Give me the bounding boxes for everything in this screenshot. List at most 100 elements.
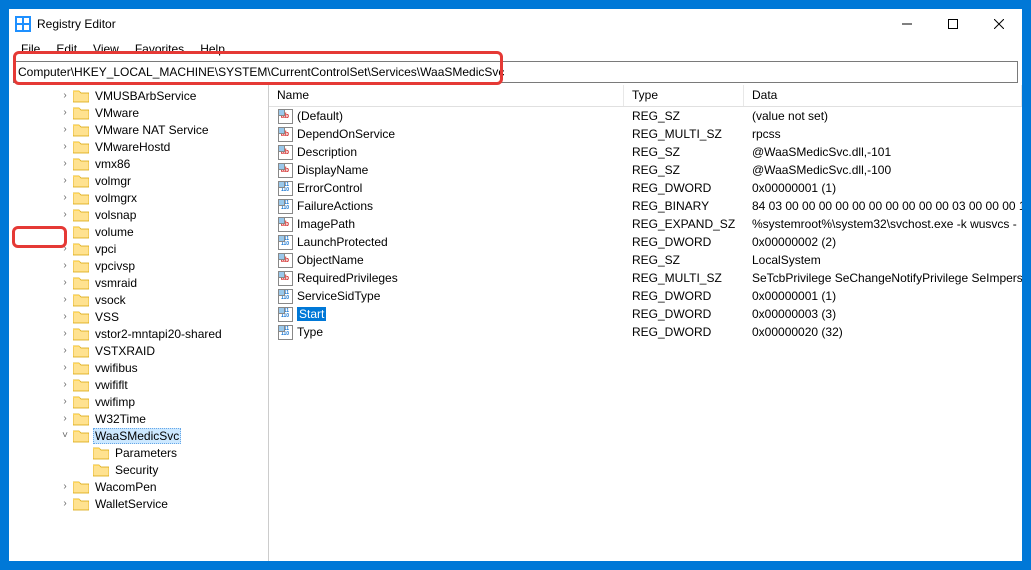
expand-icon[interactable]: ›: [59, 192, 71, 203]
tree-item-vmware-nat-service[interactable]: ›VMware NAT Service: [9, 121, 268, 138]
value-data: @WaaSMedicSvc.dll,-101: [744, 145, 1022, 159]
value-name: RequiredPrivileges: [297, 271, 398, 285]
tree-item-security[interactable]: Security: [9, 461, 268, 478]
tree-item-parameters[interactable]: Parameters: [9, 444, 268, 461]
expand-icon[interactable]: ›: [59, 209, 71, 220]
tree-item-volume[interactable]: › volume: [9, 223, 268, 240]
tree-item-label: vpcivsp: [93, 259, 137, 273]
tree-item-vss[interactable]: ›VSS: [9, 308, 268, 325]
menu-file[interactable]: File: [13, 40, 48, 58]
menu-view[interactable]: View: [85, 40, 127, 58]
value-data: 0x00000003 (3): [744, 307, 1022, 321]
header-type[interactable]: Type: [624, 85, 744, 106]
value-row-errorcontrol[interactable]: 011 110ErrorControlREG_DWORD0x00000001 (…: [269, 179, 1022, 197]
tree-item-label: VMware: [93, 106, 141, 120]
value-row-description[interactable]: abDescriptionREG_SZ@WaaSMedicSvc.dll,-10…: [269, 143, 1022, 161]
tree-item-vsock[interactable]: ›vsock: [9, 291, 268, 308]
folder-icon: [73, 191, 89, 205]
expand-icon[interactable]: ›: [59, 345, 71, 356]
tree-item-vmusbarbservice[interactable]: ›VMUSBArbService: [9, 87, 268, 104]
value-name: ErrorControl: [297, 181, 362, 195]
expand-icon[interactable]: ›: [59, 311, 71, 322]
expand-icon[interactable]: ›: [59, 498, 71, 509]
value-name: (Default): [297, 109, 343, 123]
tree-item-label: volume: [93, 225, 136, 239]
value-row-type[interactable]: 011 110TypeREG_DWORD0x00000020 (32): [269, 323, 1022, 341]
tree-item-vmwarehostd[interactable]: ›VMwareHostd: [9, 138, 268, 155]
tree-item-vmx86[interactable]: ›vmx86: [9, 155, 268, 172]
value-row-dependonservice[interactable]: abDependOnServiceREG_MULTI_SZrpcss: [269, 125, 1022, 143]
expand-icon[interactable]: ›: [59, 277, 71, 288]
tree-item-vwifibus[interactable]: ›vwifibus: [9, 359, 268, 376]
expand-icon[interactable]: ›: [59, 158, 71, 169]
expand-icon[interactable]: ›: [59, 90, 71, 101]
value-type: REG_DWORD: [624, 181, 744, 195]
menu-edit[interactable]: Edit: [48, 40, 85, 58]
expand-icon[interactable]: ›: [59, 175, 71, 186]
folder-icon: [73, 344, 89, 358]
value-name: DisplayName: [297, 163, 368, 177]
expand-icon[interactable]: ›: [59, 294, 71, 305]
tree-item-vwififlt[interactable]: ›vwififlt: [9, 376, 268, 393]
maximize-button[interactable]: [930, 9, 976, 39]
list-pane[interactable]: Name Type Data ab(Default)REG_SZ(value n…: [269, 85, 1022, 561]
main-split: ›VMUSBArbService›VMware›VMware NAT Servi…: [9, 85, 1022, 561]
tree-item-waasmedicsvc[interactable]: ˅WaaSMedicSvc: [9, 427, 268, 444]
expand-icon[interactable]: ›: [59, 260, 71, 271]
close-button[interactable]: [976, 9, 1022, 39]
value-row-launchprotected[interactable]: 011 110LaunchProtectedREG_DWORD0x0000000…: [269, 233, 1022, 251]
expand-icon[interactable]: ›: [59, 243, 71, 254]
value-row-imagepath[interactable]: abImagePathREG_EXPAND_SZ%systemroot%\sys…: [269, 215, 1022, 233]
expand-icon[interactable]: ›: [59, 141, 71, 152]
titlebar[interactable]: Registry Editor: [9, 9, 1022, 39]
tree-item-volsnap[interactable]: ›volsnap: [9, 206, 268, 223]
tree-item-vpcivsp[interactable]: › vpcivsp: [9, 257, 268, 274]
tree-item-volmgrx[interactable]: ›volmgrx: [9, 189, 268, 206]
value-row-requiredprivileges[interactable]: abRequiredPrivilegesREG_MULTI_SZSeTcbPri…: [269, 269, 1022, 287]
tree-item-vsmraid[interactable]: ›vsmraid: [9, 274, 268, 291]
value-row-displayname[interactable]: abDisplayNameREG_SZ@WaaSMedicSvc.dll,-10…: [269, 161, 1022, 179]
value-row--default-[interactable]: ab(Default)REG_SZ(value not set): [269, 107, 1022, 125]
header-data[interactable]: Data: [744, 85, 1022, 106]
tree-item-label: WalletService: [93, 497, 170, 511]
menu-favorites[interactable]: Favorites: [127, 40, 192, 58]
string-value-icon: ab: [277, 144, 293, 160]
tree-item-wacompen[interactable]: ›WacomPen: [9, 478, 268, 495]
folder-icon: [73, 157, 89, 171]
tree-item-label: Security: [113, 463, 160, 477]
tree-item-vstor2-mntapi20-shared[interactable]: ›vstor2-mntapi20-shared: [9, 325, 268, 342]
binary-value-icon: 011 110: [277, 288, 293, 304]
tree-item-vmware[interactable]: › VMware: [9, 104, 268, 121]
value-row-objectname[interactable]: abObjectNameREG_SZLocalSystem: [269, 251, 1022, 269]
tree-item-w32time[interactable]: ›W32Time: [9, 410, 268, 427]
value-data: SeTcbPrivilege SeChangeNotifyPrivilege S…: [744, 271, 1022, 285]
expand-icon[interactable]: ›: [59, 124, 71, 135]
expand-icon[interactable]: ›: [59, 379, 71, 390]
expand-icon[interactable]: ›: [59, 396, 71, 407]
value-row-failureactions[interactable]: 011 110FailureActionsREG_BINARY84 03 00 …: [269, 197, 1022, 215]
tree-item-volmgr[interactable]: ›volmgr: [9, 172, 268, 189]
tree-pane[interactable]: ›VMUSBArbService›VMware›VMware NAT Servi…: [9, 85, 269, 561]
expand-icon[interactable]: ›: [59, 362, 71, 373]
tree-item-vstxraid[interactable]: ›VSTXRAID: [9, 342, 268, 359]
value-row-servicesidtype[interactable]: 011 110ServiceSidTypeREG_DWORD0x00000001…: [269, 287, 1022, 305]
tree-item-vwifimp[interactable]: ›vwifimp: [9, 393, 268, 410]
folder-icon: [73, 361, 89, 375]
folder-icon: [73, 106, 89, 120]
tree-item-walletservice[interactable]: › WalletService: [9, 495, 268, 512]
expand-icon[interactable]: ˅: [59, 430, 71, 441]
string-value-icon: ab: [277, 252, 293, 268]
expand-icon[interactable]: ›: [59, 107, 71, 118]
folder-icon: [73, 259, 89, 273]
address-bar[interactable]: Computer\HKEY_LOCAL_MACHINE\SYSTEM\Curre…: [13, 61, 1018, 83]
expand-icon[interactable]: ›: [59, 328, 71, 339]
minimize-button[interactable]: [884, 9, 930, 39]
value-row-start[interactable]: 011 110StartREG_DWORD0x00000003 (3): [269, 305, 1022, 323]
expand-icon[interactable]: ›: [59, 226, 71, 237]
header-name[interactable]: Name: [269, 85, 624, 106]
expand-icon[interactable]: ›: [59, 481, 71, 492]
expand-icon[interactable]: ›: [59, 413, 71, 424]
binary-value-icon: 011 110: [277, 234, 293, 250]
tree-item-vpci[interactable]: ›vpci: [9, 240, 268, 257]
menu-help[interactable]: Help: [192, 40, 233, 58]
